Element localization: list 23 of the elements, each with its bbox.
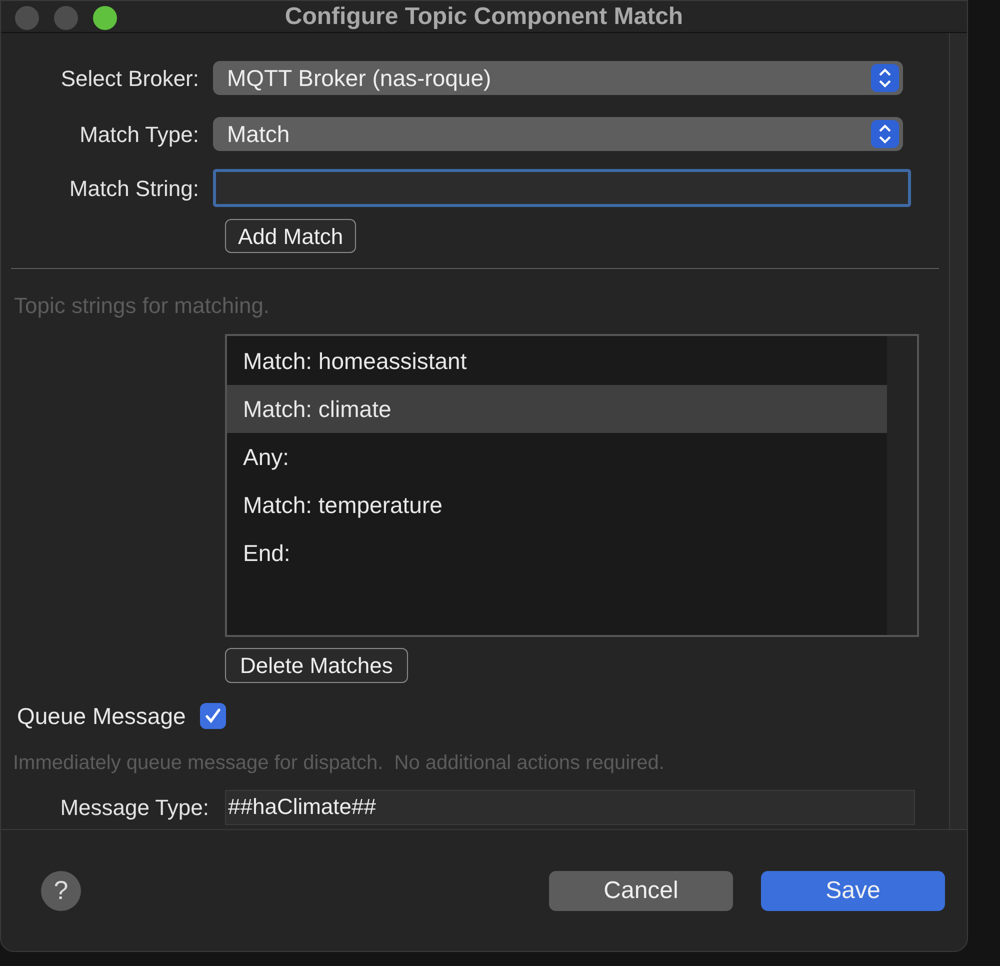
match-list-item[interactable]: Match: climate (227, 385, 887, 433)
queue-message-checkbox[interactable] (200, 703, 226, 730)
field-label: Match String: (68, 174, 200, 203)
delete-matches-button[interactable]: Delete Matches (225, 648, 408, 683)
checkbox-label: Queue Message (17, 702, 186, 731)
window-title: Configure Topic Component Match (284, 2, 684, 32)
cancel-button[interactable]: Cancel (549, 870, 733, 910)
add-match-button[interactable]: Add Match (225, 219, 356, 253)
close-button[interactable] (15, 6, 39, 30)
chevron-updown-icon (871, 120, 899, 148)
zoom-button[interactable] (93, 6, 117, 30)
checkmark-icon (204, 707, 222, 726)
field-label: Message Type: (59, 794, 210, 822)
field-label: Select Broker: (60, 64, 200, 92)
match-type-dropdown[interactable]: Match (213, 117, 903, 151)
field-label: Match Type: (78, 120, 200, 149)
broker-dropdown[interactable]: MQTT Broker (nas-roque) (213, 61, 903, 95)
save-button[interactable]: Save (761, 870, 945, 910)
match-string-field[interactable] (213, 169, 911, 207)
chevron-updown-icon (871, 64, 899, 92)
message-type-field[interactable]: ##haClimate## (225, 790, 915, 824)
minimize-button[interactable] (54, 6, 78, 30)
help-button[interactable]: ? (41, 870, 81, 910)
